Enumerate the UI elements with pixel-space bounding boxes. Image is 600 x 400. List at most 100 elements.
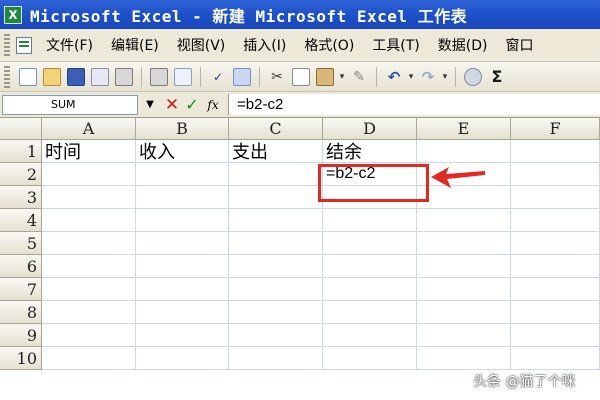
row-header-5[interactable]: 5	[0, 232, 42, 255]
cell-b7[interactable]	[136, 278, 229, 301]
cell-d7[interactable]	[323, 278, 417, 301]
cell-c1[interactable]: 支出	[229, 140, 323, 163]
redo-icon[interactable]: ↷	[419, 68, 437, 86]
menu-data[interactable]: 数据(D)	[430, 35, 498, 55]
row-header-3[interactable]: 3	[0, 186, 42, 209]
cell-d6[interactable]	[323, 255, 417, 278]
cell-b9[interactable]	[136, 324, 229, 347]
row-header-4[interactable]: 4	[0, 209, 42, 232]
cell-e5[interactable]	[417, 232, 511, 255]
undo-icon[interactable]: ↶	[385, 68, 403, 86]
row-header-1[interactable]: 1	[0, 140, 42, 163]
open-icon[interactable]	[43, 67, 61, 86]
spelling-icon[interactable]: ✓	[209, 68, 227, 86]
copy-icon[interactable]	[292, 67, 310, 86]
cell-c7[interactable]	[229, 278, 323, 301]
cell-a5[interactable]	[42, 232, 136, 255]
cancel-icon[interactable]: ✕	[162, 95, 182, 115]
format-painter-icon[interactable]: ✎	[350, 68, 368, 86]
cell-b2[interactable]	[136, 163, 229, 186]
menu-tools[interactable]: 工具(T)	[364, 35, 429, 55]
cell-a9[interactable]	[42, 324, 136, 347]
cell-c2[interactable]	[229, 163, 323, 186]
cell-c3[interactable]	[229, 186, 323, 209]
cell-f6[interactable]	[511, 255, 600, 278]
print-preview-icon[interactable]	[174, 67, 192, 86]
menu-format[interactable]: 格式(O)	[296, 35, 364, 55]
menu-insert[interactable]: 插入(I)	[235, 35, 296, 55]
cut-icon[interactable]: ✂	[268, 68, 286, 86]
cell-a1[interactable]: 时间	[42, 140, 136, 163]
cell-c9[interactable]	[229, 324, 323, 347]
select-all-corner[interactable]	[0, 118, 42, 140]
grip-handle[interactable]	[4, 34, 10, 56]
cell-c5[interactable]	[229, 232, 323, 255]
name-box[interactable]: SUM	[2, 94, 138, 115]
research-icon[interactable]	[233, 67, 251, 86]
cell-d8[interactable]	[323, 301, 417, 324]
column-header-b[interactable]: B	[136, 118, 229, 140]
cell-c6[interactable]	[229, 255, 323, 278]
excel-icon[interactable]: X	[4, 5, 22, 24]
cell-d1[interactable]: 结余	[323, 140, 417, 163]
cell-f9[interactable]	[511, 324, 600, 347]
cell-a6[interactable]	[42, 255, 136, 278]
row-header-7[interactable]: 7	[0, 278, 42, 301]
cell-f4[interactable]	[511, 209, 600, 232]
row-header-2[interactable]: 2	[0, 163, 42, 186]
save-icon[interactable]	[67, 67, 85, 86]
paste-icon[interactable]	[316, 67, 334, 86]
cell-b4[interactable]	[136, 209, 229, 232]
row-header-8[interactable]: 8	[0, 301, 42, 324]
column-header-c[interactable]: C	[229, 118, 323, 140]
toolbar-grip[interactable]	[4, 65, 10, 88]
cell-c4[interactable]	[229, 209, 323, 232]
cell-f2[interactable]	[511, 163, 600, 186]
cell-b1[interactable]: 收入	[136, 140, 229, 163]
cell-d4[interactable]	[323, 209, 417, 232]
cell-b8[interactable]	[136, 301, 229, 324]
cell-e4[interactable]	[417, 209, 511, 232]
cell-f3[interactable]	[511, 186, 600, 209]
new-icon[interactable]	[19, 67, 37, 86]
menu-view[interactable]: 视图(V)	[169, 35, 236, 55]
cell-d5[interactable]	[323, 232, 417, 255]
column-header-f[interactable]: F	[511, 118, 600, 140]
hyperlink-icon[interactable]	[464, 67, 482, 86]
cell-b6[interactable]	[136, 255, 229, 278]
autosum-icon[interactable]: Σ	[488, 67, 506, 86]
enter-icon[interactable]: ✓	[182, 95, 202, 114]
print-icon[interactable]	[115, 67, 133, 86]
cell-e6[interactable]	[417, 255, 511, 278]
formula-input[interactable]: =b2-c2	[228, 94, 600, 115]
cell-f5[interactable]	[511, 232, 600, 255]
name-box-dropdown-icon[interactable]: ▼	[144, 99, 156, 110]
print-icon-2[interactable]	[150, 67, 168, 86]
row-header-6[interactable]: 6	[0, 255, 42, 278]
row-header-10[interactable]: 10	[0, 347, 42, 370]
cell-e9[interactable]	[417, 324, 511, 347]
permission-icon[interactable]	[91, 67, 109, 86]
redo-dropdown-icon[interactable]: ▾	[441, 68, 449, 86]
cell-c8[interactable]	[229, 301, 323, 324]
cell-f7[interactable]	[511, 278, 600, 301]
cell-f1[interactable]	[511, 140, 600, 163]
cell-a10[interactable]	[42, 347, 136, 370]
cell-e7[interactable]	[417, 278, 511, 301]
cell-a8[interactable]	[42, 301, 136, 324]
cell-d9[interactable]	[323, 324, 417, 347]
cell-f10[interactable]	[511, 347, 600, 370]
undo-dropdown-icon[interactable]: ▾	[407, 68, 415, 86]
column-header-d[interactable]: D	[323, 118, 417, 140]
cell-a2[interactable]	[42, 163, 136, 186]
cell-a3[interactable]	[42, 186, 136, 209]
menu-window[interactable]: 窗口	[498, 35, 544, 55]
cell-b5[interactable]	[136, 232, 229, 255]
cell-d10[interactable]	[323, 347, 417, 370]
cell-b3[interactable]	[136, 186, 229, 209]
cell-e1[interactable]	[417, 140, 511, 163]
cell-a7[interactable]	[42, 278, 136, 301]
cell-c10[interactable]	[229, 347, 323, 370]
menu-edit[interactable]: 编辑(E)	[103, 35, 169, 55]
cell-e10[interactable]	[417, 347, 511, 370]
